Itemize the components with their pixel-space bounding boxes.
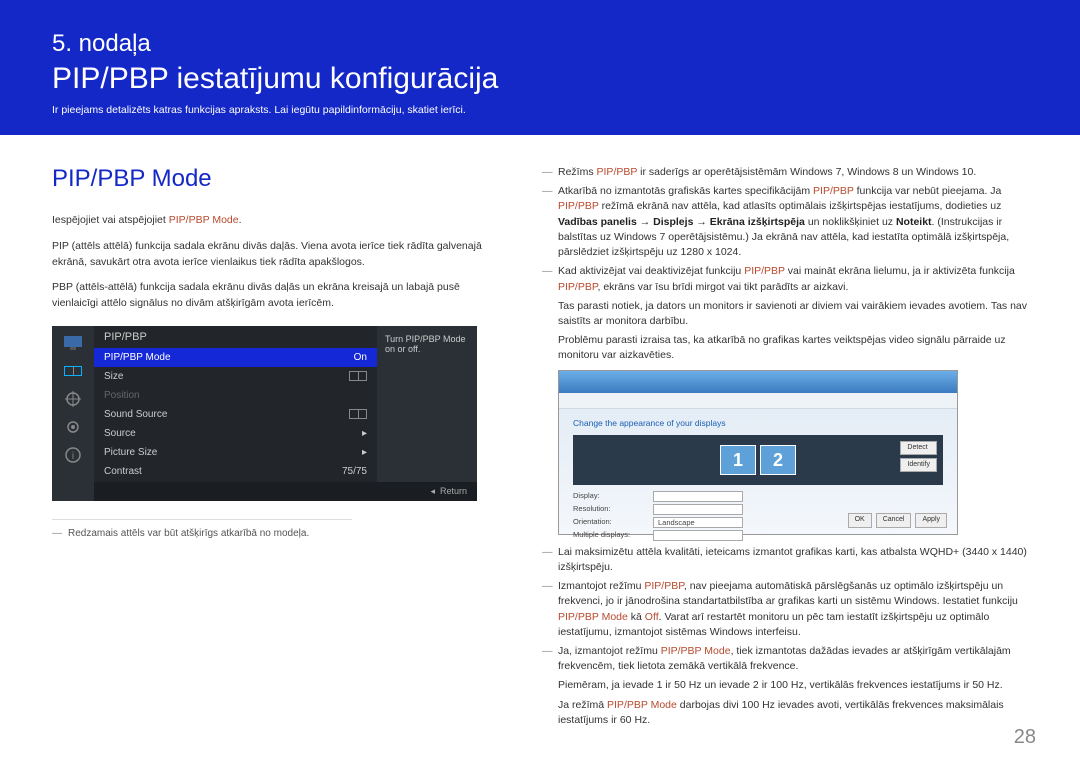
osd-screenshot: i PIP/PBP PIP/PBP ModeOn Size Position S… — [52, 326, 477, 501]
page-title: PIP/PBP iestatījumu konfigurācija — [52, 62, 1028, 96]
osd-row-contrast: Contrast75/75 — [94, 462, 377, 481]
pbp-icon — [63, 362, 83, 380]
osd-row-size: Size — [94, 367, 377, 386]
osd-row-mode: PIP/PBP ModeOn — [94, 348, 377, 367]
sound-glyph-icon — [349, 409, 367, 419]
osd-row-source: Source▸ — [94, 424, 377, 443]
note-3: Kad aktivizējat vai deaktivizējat funkci… — [542, 264, 1028, 294]
cancel-button: Cancel — [876, 513, 912, 527]
target-icon — [63, 390, 83, 408]
osd-tooltip: Turn PIP/PBP Mode on or off. — [377, 326, 477, 501]
monitor-1: 1 — [720, 445, 756, 475]
intro-paragraph-1: Iespējojiet vai atspējojiet PIP/PBP Mode… — [52, 213, 502, 229]
note-2: Atkarībā no izmantotās grafiskās kartes … — [542, 184, 1028, 260]
note-3-sub2: Problēmu parasti izraisa tas, ka atkarīb… — [542, 333, 1028, 363]
size-glyph-icon — [349, 371, 367, 381]
content-area: PIP/PBP Mode Iespējojiet vai atspējojiet… — [0, 135, 1080, 732]
chevron-right-icon: ▸ — [362, 428, 367, 439]
osd-footer: ◂ Return — [94, 482, 477, 501]
note-5: Izmantojot režīmu PIP/PBP, nav pieejama … — [542, 579, 1028, 640]
monitor-2: 2 — [760, 445, 796, 475]
ok-button: OK — [848, 513, 872, 527]
note-1: Režīms PIP/PBP ir saderīgs ar operētājsi… — [542, 165, 1028, 180]
svg-text:i: i — [72, 451, 74, 462]
pip-pbp-mode-highlight: PIP/PBP Mode — [169, 214, 239, 226]
osd-row-position: Position — [94, 386, 377, 405]
section-title: PIP/PBP Mode — [52, 165, 502, 193]
back-arrow-icon: ◂ — [430, 486, 435, 496]
osd-sidebar: i — [52, 326, 94, 501]
page-subtitle: Ir pieejams detalizēts katras funkcijas … — [52, 104, 1028, 116]
osd-header: PIP/PBP — [94, 326, 377, 348]
osd-row-picsize: Picture Size▸ — [94, 443, 377, 462]
note-6: Ja, izmantojot režīmu PIP/PBP Mode, tiek… — [542, 644, 1028, 674]
divider — [52, 519, 352, 520]
right-column: Režīms PIP/PBP ir saderīgs ar operētājsi… — [542, 165, 1028, 732]
windows-screenshot: Change the appearance of your displays 1… — [558, 370, 958, 535]
model-footnote: Redzamais attēls var būt atšķirīgs atkar… — [52, 528, 502, 539]
note-4: Lai maksimizētu attēla kvalitāti, ieteic… — [542, 545, 1028, 575]
monitor-icon — [63, 334, 83, 352]
page-header: 5. nodaļa PIP/PBP iestatījumu konfigurāc… — [0, 0, 1080, 135]
apply-button: Apply — [915, 513, 947, 527]
monitor-preview: 1 2 Detect Identify — [573, 435, 943, 485]
osd-row-sound: Sound Source — [94, 405, 377, 424]
chapter-label: 5. nodaļa — [52, 30, 1028, 58]
intro-paragraph-2: PIP (attēls attēlā) funkcija sadala ekrā… — [52, 239, 502, 271]
osd-main: PIP/PBP PIP/PBP ModeOn Size Position Sou… — [94, 326, 377, 501]
note-3-sub1: Tas parasti notiek, ja dators un monitor… — [542, 299, 1028, 329]
gear-icon — [63, 418, 83, 436]
note-6-sub2: Ja režīmā PIP/PBP Mode darbojas divi 100… — [542, 698, 1028, 728]
window-heading-link: Change the appearance of your displays — [573, 417, 943, 429]
window-toolbar — [559, 393, 957, 409]
chevron-right-icon: ▸ — [362, 447, 367, 458]
info-icon: i — [63, 446, 83, 464]
detect-button: Detect — [900, 441, 937, 455]
left-column: PIP/PBP Mode Iespējojiet vai atspējojiet… — [52, 165, 502, 732]
window-titlebar — [559, 371, 957, 393]
identify-button: Identify — [900, 458, 937, 472]
note-6-sub1: Piemēram, ja ievade 1 ir 50 Hz un ievade… — [542, 678, 1028, 693]
intro-paragraph-3: PBP (attēls-attēlā) funkcija sadala ekrā… — [52, 280, 502, 312]
page-number: 28 — [1014, 726, 1036, 749]
